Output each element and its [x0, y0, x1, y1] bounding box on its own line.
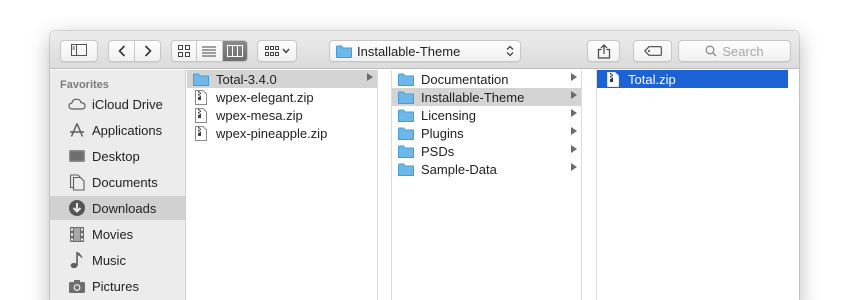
list-item[interactable]: Documentation — [392, 70, 581, 88]
finder-window: Installable-Theme Search Favorites iClou… — [50, 31, 799, 300]
music-icon — [68, 251, 86, 269]
list-item[interactable]: Plugins — [392, 124, 581, 142]
item-label: Documentation — [421, 71, 509, 87]
list-item[interactable]: Total.zip — [597, 70, 788, 88]
sidebar-item-label: Documents — [92, 174, 158, 190]
item-label: Total.zip — [628, 71, 676, 87]
item-label: wpex-pineapple.zip — [216, 125, 328, 141]
movies-icon — [68, 225, 86, 243]
chevron-left-icon — [117, 45, 125, 57]
list-item[interactable]: PSDs — [392, 142, 581, 160]
disclosure-arrow-icon — [571, 73, 577, 81]
disclosure-arrow-icon — [571, 127, 577, 135]
list-item[interactable]: wpex-pineapple.zip — [187, 124, 377, 142]
view-mode-control — [171, 40, 248, 62]
pictures-icon — [68, 277, 86, 295]
item-label: Licensing — [421, 107, 476, 123]
sidebar-item-documents[interactable]: Documents — [50, 170, 186, 194]
path-popup-button[interactable]: Installable-Theme — [329, 40, 521, 62]
folder-icon — [398, 72, 414, 86]
list-item[interactable]: Licensing — [392, 106, 581, 124]
disclosure-arrow-icon — [571, 163, 577, 171]
list-item[interactable]: wpex-elegant.zip — [187, 88, 377, 106]
sidebar: Favorites iCloud Drive Applications Desk… — [50, 70, 186, 300]
item-label: Installable-Theme — [421, 89, 525, 105]
sidebar-item-label: Downloads — [92, 200, 157, 216]
disclosure-arrow-icon — [571, 145, 577, 153]
disclosure-arrow-icon — [367, 73, 373, 81]
path-popup-label: Installable-Theme — [357, 43, 461, 59]
zip-file-icon — [193, 125, 209, 141]
search-field[interactable]: Search — [678, 40, 791, 62]
documents-icon — [68, 173, 86, 191]
folder-icon — [398, 126, 414, 140]
disclosure-arrow-icon — [571, 109, 577, 117]
folder-icon — [336, 45, 352, 58]
browser-column-1: Total-3.4.0 wpex-elegant.zip wpex-mesa.z… — [187, 70, 378, 300]
item-label: wpex-mesa.zip — [216, 107, 303, 123]
sidebar-item-label: Movies — [92, 226, 134, 242]
applications-icon — [68, 121, 86, 139]
sidebar-item-applications[interactable]: Applications — [50, 118, 186, 142]
folder-icon — [398, 162, 414, 176]
icon-view-icon — [178, 45, 191, 57]
cloud-icon — [68, 95, 86, 113]
chevron-down-icon — [281, 48, 290, 54]
sidebar-item-label: Desktop — [92, 148, 140, 164]
sidebar-item-label: Music — [92, 252, 126, 268]
sidebar-item-movies[interactable]: Movies — [50, 222, 186, 246]
back-button[interactable] — [109, 41, 135, 61]
list-item[interactable]: wpex-mesa.zip — [187, 106, 377, 124]
folder-icon — [193, 72, 209, 86]
search-icon — [705, 45, 717, 57]
forward-button[interactable] — [135, 41, 160, 61]
sidebar-item-label: Applications — [92, 122, 163, 138]
disclosure-arrow-icon — [571, 91, 577, 99]
arrange-button[interactable] — [257, 40, 297, 62]
tag-icon — [643, 46, 662, 56]
list-view-button[interactable] — [197, 41, 223, 61]
list-item[interactable]: Installable-Theme — [392, 88, 581, 106]
share-button[interactable] — [587, 40, 620, 62]
updown-chevron-icon — [506, 45, 514, 57]
sidebar-item-pictures[interactable]: Pictures — [50, 274, 186, 298]
desktop-icon — [68, 147, 86, 165]
sidebar-item-downloads[interactable]: Downloads — [50, 196, 186, 220]
sidebar-item-music[interactable]: Music — [50, 248, 186, 272]
sidebar-item-icloud-drive[interactable]: iCloud Drive — [50, 92, 186, 116]
arrange-icon — [264, 45, 279, 56]
folder-icon — [398, 108, 414, 122]
browser-column-2: Documentation Installable-Theme Licensin… — [391, 70, 582, 300]
sidebar-icon — [71, 43, 87, 59]
list-view-icon — [202, 46, 217, 56]
item-label: Total-3.4.0 — [216, 71, 277, 87]
column-view-icon — [226, 45, 243, 57]
sidebar-section-favorites: Favorites — [60, 79, 109, 91]
folder-icon — [398, 90, 414, 104]
icon-view-button[interactable] — [172, 41, 198, 61]
search-placeholder: Search — [722, 43, 764, 59]
column-view-button[interactable] — [222, 41, 247, 61]
toolbar: Installable-Theme Search — [50, 31, 799, 69]
sidebar-item-desktop[interactable]: Desktop — [50, 144, 186, 168]
folder-icon — [398, 144, 414, 158]
zip-file-icon — [193, 89, 209, 105]
chevron-right-icon — [144, 45, 152, 57]
item-label: Sample-Data — [421, 161, 497, 177]
list-item[interactable]: Total-3.4.0 — [187, 70, 377, 88]
share-icon — [597, 43, 610, 59]
sidebar-item-label: Pictures — [92, 278, 139, 294]
item-label: wpex-elegant.zip — [216, 89, 314, 105]
sidebar-toggle-button[interactable] — [60, 40, 98, 62]
downloads-icon — [68, 199, 86, 217]
sidebar-item-label: iCloud Drive — [92, 96, 163, 112]
zip-file-icon — [605, 71, 621, 87]
tags-button[interactable] — [633, 40, 672, 62]
browser-column-3: Total.zip — [596, 70, 799, 300]
zip-file-icon — [193, 107, 209, 123]
item-label: Plugins — [421, 125, 464, 141]
nav-buttons — [108, 40, 161, 62]
item-label: PSDs — [421, 143, 455, 159]
list-item[interactable]: Sample-Data — [392, 160, 581, 178]
